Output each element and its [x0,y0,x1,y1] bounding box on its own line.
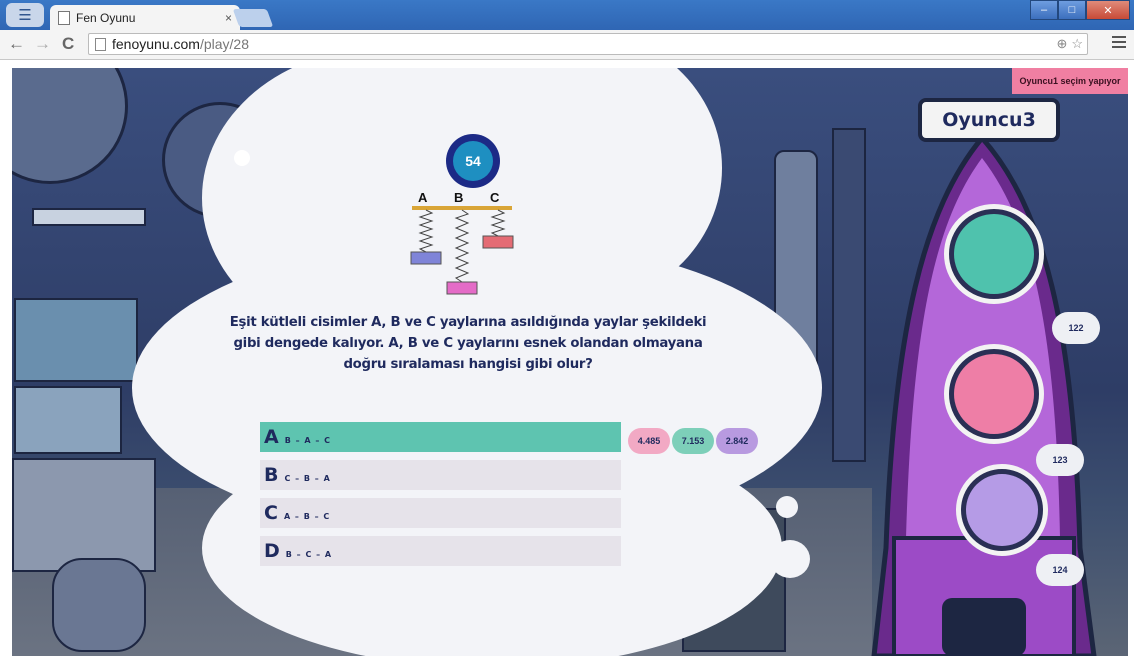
shelf-decoration [32,208,146,226]
gear-decoration [12,68,128,184]
url-path: /play/28 [199,36,249,52]
chrome-menu-icon[interactable] [1112,36,1126,51]
cloud-bubble-small [234,150,250,166]
bookmark-star-icon[interactable]: ☆ [1071,36,1083,52]
scientist-avatar-icon [954,354,1034,434]
support-bar [412,206,512,210]
browser-menu-icon[interactable]: ☰ [6,3,44,27]
spring-b [454,209,470,283]
forward-icon[interactable]: → [34,34,51,54]
countdown-timer: 54 [446,134,500,188]
new-tab-button[interactable] [232,9,274,27]
tab-close-icon[interactable]: × [225,11,232,25]
wall-pipe-decoration [832,128,866,462]
answer-option-b[interactable]: B C – B – A [260,460,621,490]
reload-icon[interactable]: C [62,34,74,54]
spring-diagram: A B C [410,190,514,295]
scientist-avatar-icon [966,474,1038,546]
answer-text: B – A – C [284,436,332,445]
answer-letter: A [264,426,279,448]
page-icon [58,10,70,25]
weight-a [410,251,442,265]
browser-tab-strip: ☰ Fen Oyunu × – □ ✕ [0,0,1134,30]
gas-tank-decoration [52,558,146,652]
player-score-3: 124 [1036,554,1084,586]
answer-option-a[interactable]: A B – A – C [260,422,621,452]
answer-letter: B [264,464,279,486]
answer-stat-purple: 2.842 [716,428,758,454]
maximize-button[interactable]: □ [1058,0,1086,20]
browser-tab[interactable]: Fen Oyunu × [50,5,240,30]
answer-text: B – C – A [285,550,333,559]
control-panel-decoration [12,458,156,572]
address-bar[interactable]: fenoyunu.com/play/28 ⊕ ☆ [88,33,1088,55]
zoom-icon[interactable]: ⊕ [1056,36,1067,52]
answer-stat-pink: 4.485 [628,428,670,454]
player-name-plate: Oyuncu3 [918,98,1060,142]
back-icon[interactable]: ← [8,34,25,54]
spring-label-a: A [418,190,428,205]
page-info-icon[interactable] [95,37,106,51]
url-host: fenoyunu.com [112,36,200,52]
cloud-bubble-small [770,540,810,578]
tab-title: Fen Oyunu [76,10,136,25]
turn-status-banner: Oyuncu1 seçim yapıyor [1012,68,1128,94]
spring-c [490,209,506,237]
wave-screen-decoration [14,298,138,382]
question-text: Eşit kütleli cisimler A, B ve C yayların… [229,315,707,372]
graph-screen-decoration [14,386,122,454]
spring-a [418,209,434,253]
weight-b [446,281,478,295]
window-controls: – □ ✕ [1030,0,1130,20]
answer-letter: C [264,502,278,524]
player-score-1: 122 [1052,312,1100,344]
answer-letter: D [264,540,280,562]
browser-toolbar: ← → C fenoyunu.com/play/28 ⊕ ☆ [0,30,1134,60]
player-avatar-3 [956,464,1048,556]
weight-c [482,235,514,249]
cloud-bubble-small [776,496,798,518]
spring-label-c: C [490,190,500,205]
timer-value: 54 [453,141,493,181]
answer-text: C – B – A [284,474,331,483]
scientist-avatar-icon [954,214,1034,294]
player-avatar-1 [944,204,1044,304]
player-avatar-2 [944,344,1044,444]
close-window-button[interactable]: ✕ [1086,0,1130,20]
answer-stat-teal: 7.153 [672,428,714,454]
spring-label-b: B [454,190,463,205]
answer-option-c[interactable]: C A – B – C [260,498,621,528]
game-stage: Oyuncu1 seçim yapıyor 54 A B C Eşit kütl… [12,68,1128,656]
answer-option-d[interactable]: D B – C – A [260,536,621,566]
minimize-button[interactable]: – [1030,0,1058,20]
answer-text: A – B – C [283,512,331,521]
player-score-2: 123 [1036,444,1084,476]
